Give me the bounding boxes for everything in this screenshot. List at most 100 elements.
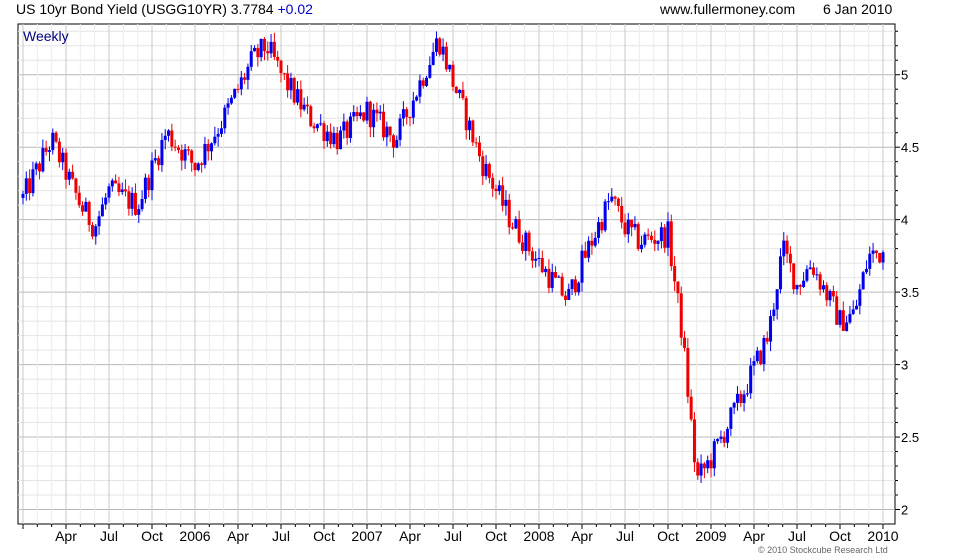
candle-body	[302, 104, 306, 110]
candle-body	[315, 124, 319, 129]
candle-body	[812, 267, 816, 275]
candle-body	[818, 274, 822, 290]
candle-body	[183, 149, 187, 161]
candle-body	[798, 285, 802, 287]
candle-body	[246, 66, 250, 80]
x-tick-label: Jul	[788, 528, 806, 544]
candle-body	[716, 438, 720, 442]
candle-body	[630, 219, 634, 228]
candle-body	[471, 120, 475, 143]
candle-body	[587, 240, 591, 258]
candle-body	[434, 38, 438, 52]
candle-body	[610, 196, 614, 202]
candle-body	[319, 123, 323, 125]
candle-body	[719, 436, 723, 439]
candle-body	[124, 189, 128, 192]
candle-body	[828, 291, 832, 301]
x-tick-label: Oct	[141, 528, 163, 544]
candle-body	[203, 143, 207, 165]
site-name[interactable]: www.fullermoney.com	[660, 1, 795, 17]
candle-body	[405, 109, 409, 118]
candle-body	[385, 126, 389, 138]
candle-body	[468, 120, 472, 131]
candle-body	[114, 180, 118, 184]
candle-body	[451, 64, 455, 87]
candle-body	[107, 186, 111, 198]
price-chart: 2 2.5 3 3.5 4 4.5 5 Apr Jul Oct 2006 Apr Jul Oct 2007…	[17, 23, 919, 544]
candle-body	[507, 199, 511, 228]
candle-body	[425, 77, 429, 86]
candle-body	[362, 112, 366, 121]
candle-body	[104, 197, 108, 205]
y-axis: 2 2.5 3 3.5 4 4.5 5	[895, 30, 919, 518]
x-tick-label: Apr	[399, 528, 421, 544]
candle-body	[577, 282, 581, 293]
candle-body	[686, 347, 690, 397]
period-label: Weekly	[23, 28, 69, 44]
candle-body	[871, 250, 875, 254]
candle-body	[831, 291, 835, 297]
candle-body	[150, 160, 154, 191]
x-tick-label: Jul	[616, 528, 634, 544]
candle-body	[669, 221, 673, 267]
candle-body	[127, 191, 131, 209]
candle-body	[673, 266, 677, 282]
candle-body	[21, 193, 25, 198]
candle-body	[636, 223, 640, 249]
candle-body	[646, 234, 650, 236]
candle-body	[365, 101, 369, 121]
candle-body	[795, 285, 799, 290]
candle-body	[878, 253, 882, 263]
candle-body	[838, 310, 842, 325]
x-tick-label: 2008	[523, 528, 554, 544]
candle-body	[296, 89, 300, 103]
candle-body	[825, 285, 829, 301]
candle-body	[236, 88, 240, 90]
candle-body	[458, 89, 462, 94]
candle-body	[557, 276, 561, 278]
candle-body	[180, 150, 184, 161]
x-axis: Apr Jul Oct 2006 Apr Jul Oct 2007 Apr Jul Oct 2008 A…	[22, 524, 899, 544]
candle-body	[190, 150, 194, 163]
y-tick-label: 2	[901, 503, 908, 518]
candle-body	[659, 227, 663, 242]
candle-body	[802, 280, 806, 287]
candle-body	[742, 394, 746, 403]
candle-body	[560, 276, 564, 296]
candle-body	[143, 177, 147, 199]
x-tick-label: Oct	[657, 528, 679, 544]
candle-body	[216, 133, 220, 137]
candle-body	[71, 171, 75, 179]
candle-body	[421, 80, 425, 86]
x-tick-label: Oct	[485, 528, 507, 544]
candle-body	[223, 107, 227, 129]
y-tick-label: 4	[901, 213, 908, 228]
candle-body	[762, 338, 766, 364]
candle-body	[749, 365, 753, 394]
candle-body	[497, 185, 501, 192]
candle-body	[239, 77, 243, 90]
candle-body	[759, 350, 763, 364]
candle-body	[845, 322, 849, 331]
candle-body	[262, 38, 266, 52]
candle-body	[745, 393, 749, 395]
candle-body	[322, 123, 326, 142]
candle-body	[120, 189, 124, 193]
candle-body	[752, 361, 756, 366]
candle-body	[415, 96, 419, 101]
candle-body	[487, 163, 491, 178]
candle-body	[100, 204, 104, 217]
candle-body	[289, 78, 293, 91]
candle-body	[520, 242, 524, 251]
x-tick-label: 2010	[867, 528, 898, 544]
candle-body	[573, 279, 577, 293]
candle-body	[206, 143, 210, 152]
candle-body	[41, 148, 45, 172]
candle-body	[706, 460, 710, 469]
candle-body	[299, 89, 303, 110]
candle-body	[881, 252, 885, 263]
candle-body	[649, 235, 653, 240]
candle-body	[666, 221, 670, 248]
candle-body	[616, 198, 620, 206]
candle-body	[474, 142, 478, 144]
